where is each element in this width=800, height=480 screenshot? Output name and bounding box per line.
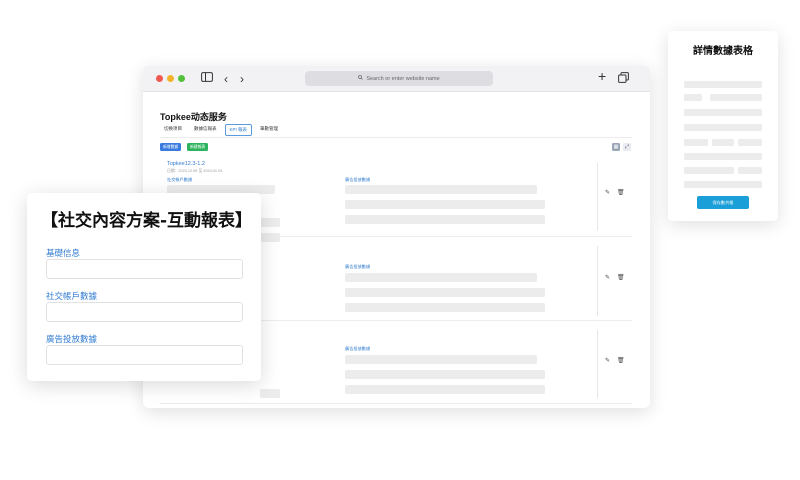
- placeholder-bar: [345, 185, 537, 194]
- placeholder-bar: [345, 288, 545, 297]
- edit-icon[interactable]: ✎: [605, 357, 610, 364]
- edit-icon[interactable]: ✎: [605, 274, 610, 281]
- minimize-window-button[interactable]: [167, 75, 174, 82]
- placeholder-bar: [684, 167, 734, 174]
- sidebar-toggle-icon[interactable]: [201, 72, 213, 86]
- tab-switch-project[interactable]: 切换项目: [160, 124, 186, 136]
- app-title: Topkee动态服务: [160, 112, 227, 122]
- social-data-input[interactable]: [46, 302, 243, 322]
- field-label-basic-info: 基礎信息: [46, 248, 81, 258]
- address-placeholder: Search or enter website name: [366, 75, 440, 82]
- close-window-button[interactable]: [156, 75, 163, 82]
- placeholder-bar: [345, 370, 545, 379]
- placeholder-bar: [345, 355, 537, 364]
- placeholder-bar: [345, 385, 545, 394]
- expand-icon[interactable]: ⤢: [623, 143, 631, 151]
- placeholder-bar: [738, 167, 762, 174]
- section-label-ads: 廣告投放數據: [345, 177, 371, 182]
- placeholder-bar: [738, 139, 762, 146]
- placeholder-bar: [684, 94, 702, 101]
- address-bar[interactable]: Search or enter website name: [305, 71, 493, 86]
- placeholder-bar: [260, 218, 280, 227]
- divider: [160, 137, 632, 138]
- placeholder-bar: [260, 233, 280, 242]
- back-arrow-icon[interactable]: ‹: [224, 72, 228, 86]
- basic-info-input[interactable]: [46, 259, 243, 279]
- delete-icon[interactable]: 🗑: [617, 189, 625, 196]
- divider: [597, 163, 598, 231]
- record-name[interactable]: Topkee12.3-1.2: [167, 161, 205, 167]
- tab-kpi-report[interactable]: KPI 報表: [224, 124, 253, 136]
- placeholder-bar: [684, 81, 762, 88]
- browser-toolbar: ‹ › Search or enter website name +: [143, 66, 650, 92]
- field-label-ads-data: 廣告投放數據: [46, 334, 98, 344]
- divider: [597, 246, 598, 316]
- placeholder-bar: [684, 153, 762, 160]
- placeholder-bar: [684, 109, 762, 116]
- save-table-button[interactable]: 保存數共格: [697, 196, 749, 209]
- placeholder-bar: [260, 389, 280, 398]
- record-date: 日期：2023.12.05 至 2024.01.03: [167, 169, 223, 173]
- tab-bar: 切换项目 數據信報表 KPI 報表 筆數管理: [160, 124, 282, 136]
- placeholder-bar: [712, 139, 734, 146]
- detail-table-card: 詳情數據表格 保存數共格: [668, 31, 778, 221]
- grid-view-icon[interactable]: ▦: [612, 143, 620, 151]
- detail-card-title: 詳情數據表格: [693, 46, 753, 57]
- stage: ‹ › Search or enter website name + Topke…: [0, 0, 800, 480]
- search-icon: [358, 75, 364, 82]
- placeholder-bar: [684, 124, 762, 131]
- form-title: 【社交內容方案-互動報表】: [41, 211, 253, 231]
- placeholder-bar: [345, 303, 545, 312]
- forward-arrow-icon[interactable]: ›: [240, 72, 244, 86]
- add-data-button[interactable]: 新增數據: [160, 143, 182, 151]
- field-label-social-data: 社交帳戶數據: [46, 291, 98, 301]
- create-report-button[interactable]: 新建報表: [187, 143, 209, 151]
- tab-management[interactable]: 筆數管理: [256, 124, 282, 136]
- section-label-ads: 廣告投放數據: [345, 346, 371, 351]
- placeholder-bar: [684, 181, 762, 188]
- placeholder-bar: [710, 94, 762, 101]
- edit-icon[interactable]: ✎: [605, 189, 610, 196]
- new-tab-icon[interactable]: +: [598, 69, 606, 83]
- maximize-window-button[interactable]: [178, 75, 185, 82]
- section-label-social: 社交帳戶數據: [167, 177, 193, 182]
- ads-data-input[interactable]: [46, 345, 243, 365]
- tab-data-report[interactable]: 數據信報表: [190, 124, 221, 136]
- delete-icon[interactable]: 🗑: [617, 357, 625, 364]
- divider: [597, 330, 598, 398]
- delete-icon[interactable]: 🗑: [617, 274, 625, 281]
- placeholder-bar: [684, 139, 708, 146]
- placeholder-bar: [345, 273, 537, 282]
- tabs-overview-icon[interactable]: [618, 72, 629, 87]
- placeholder-bar: [345, 215, 545, 224]
- section-label-ads: 廣告投放數據: [345, 264, 371, 269]
- report-form-card: 【社交內容方案-互動報表】 基礎信息 社交帳戶數據 廣告投放數據: [27, 193, 261, 381]
- placeholder-bar: [345, 200, 545, 209]
